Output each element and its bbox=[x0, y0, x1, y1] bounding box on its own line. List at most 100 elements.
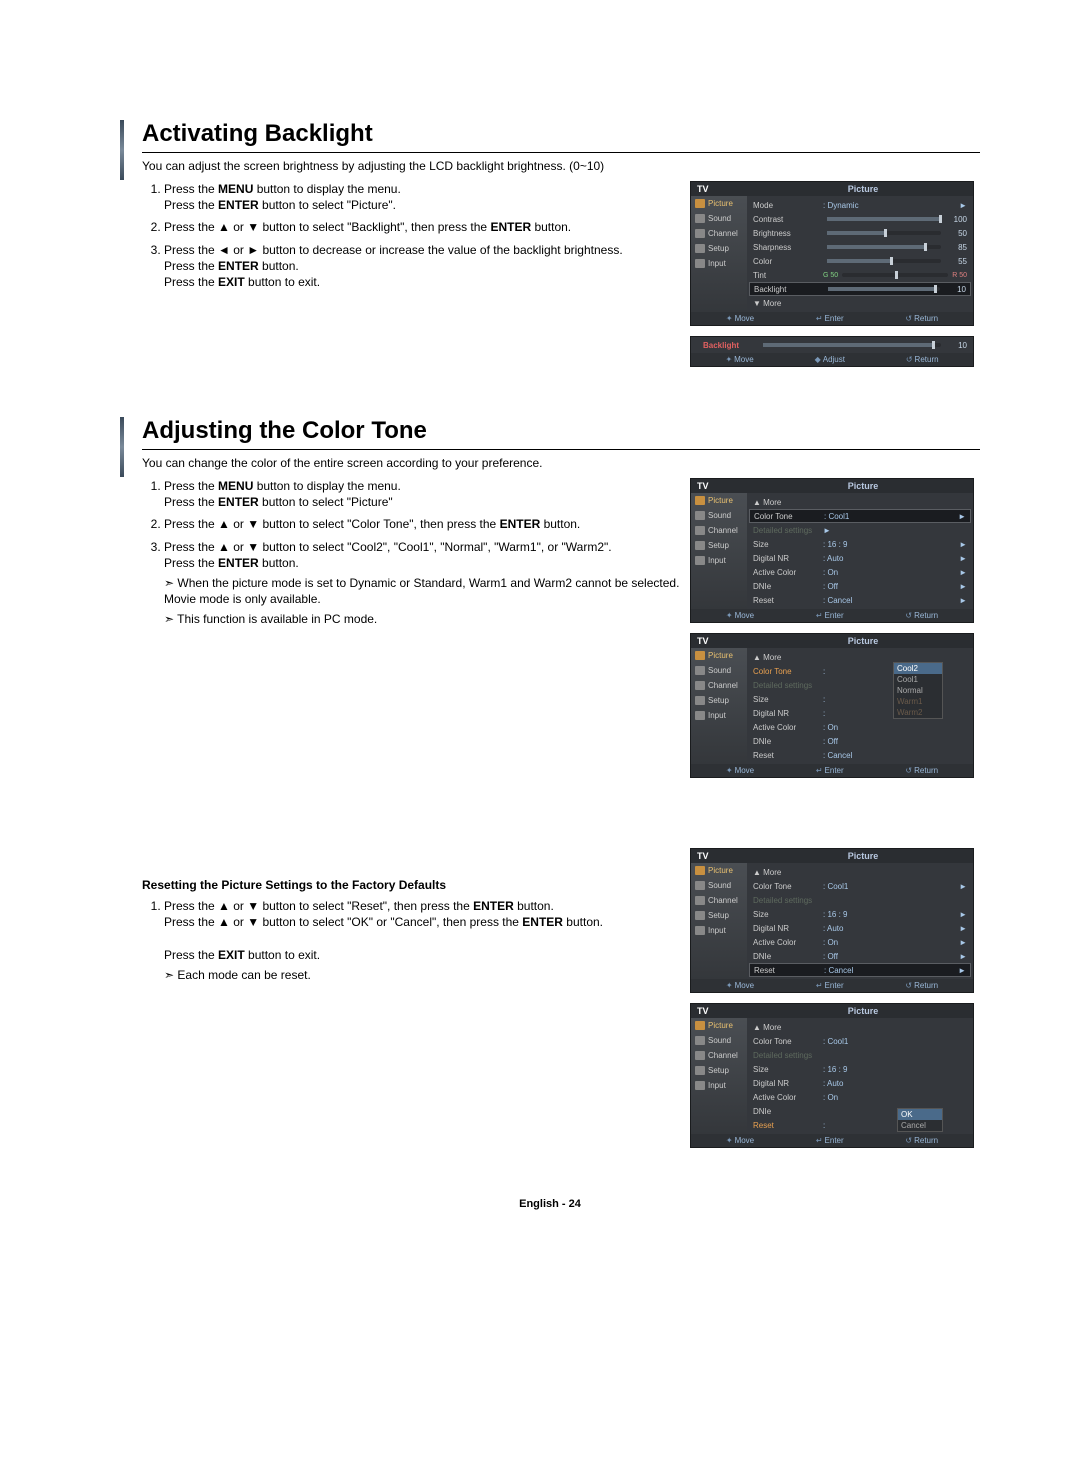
osd-body: Picture Sound Channel Setup Input ▲ More… bbox=[691, 648, 973, 764]
row-colortone[interactable]: Color Tone: Cool1► bbox=[747, 879, 973, 893]
note: When the picture mode is set to Dynamic … bbox=[164, 575, 680, 607]
hint-adjust: ◆Adjust bbox=[815, 355, 845, 364]
chevron-right-icon: ► bbox=[959, 882, 967, 891]
row-more[interactable]: ▼ More bbox=[747, 296, 973, 310]
row-activecolor[interactable]: Active Color: On bbox=[747, 720, 973, 734]
osd-header: TV Picture bbox=[691, 479, 973, 493]
row-reset[interactable]: Reset: Cancel► bbox=[747, 593, 973, 607]
side-setup[interactable]: Setup bbox=[691, 538, 747, 553]
osd-header: TV Picture bbox=[691, 1004, 973, 1018]
channel-icon bbox=[695, 1051, 705, 1060]
opt-ok[interactable]: OK bbox=[898, 1109, 942, 1120]
side-setup[interactable]: Setup bbox=[691, 1063, 747, 1078]
row-detailed: Detailed settings bbox=[747, 1048, 973, 1062]
sound-icon bbox=[695, 881, 705, 890]
side-input[interactable]: Input bbox=[691, 708, 747, 723]
side-sound[interactable]: Sound bbox=[691, 1033, 747, 1048]
osd-panel-title: Picture bbox=[753, 636, 973, 646]
side-picture[interactable]: Picture bbox=[691, 863, 747, 878]
osd-main: ▲ More Color Tone: Detailed settings Siz… bbox=[747, 648, 973, 764]
section-columns: Press the MENU button to display the men… bbox=[120, 478, 980, 788]
opt-warm1[interactable]: Warm1 bbox=[894, 696, 942, 707]
chevron-right-icon: ► bbox=[959, 952, 967, 961]
row-brightness[interactable]: Brightness50 bbox=[747, 226, 973, 240]
row-more[interactable]: ▲ More bbox=[747, 865, 973, 879]
row-dnie[interactable]: DNIe: Off► bbox=[747, 949, 973, 963]
opt-warm2[interactable]: Warm2 bbox=[894, 707, 942, 718]
row-reset[interactable]: Reset: Cancel► bbox=[749, 963, 971, 977]
side-input[interactable]: Input bbox=[691, 1078, 747, 1093]
row-tint[interactable]: TintG 50R 50 bbox=[747, 268, 973, 282]
row-activecolor[interactable]: Active Color: On► bbox=[747, 565, 973, 579]
side-channel[interactable]: Channel bbox=[691, 1048, 747, 1063]
row-backlight[interactable]: Backlight10 bbox=[749, 282, 971, 296]
return-icon: ↺ bbox=[905, 766, 912, 775]
side-picture[interactable]: Picture bbox=[691, 1018, 747, 1033]
channel-icon bbox=[695, 681, 705, 690]
row-activecolor[interactable]: Active Color: On► bbox=[747, 935, 973, 949]
side-sound[interactable]: Sound bbox=[691, 663, 747, 678]
row-mode[interactable]: Mode: Dynamic► bbox=[747, 198, 973, 212]
t: Press the ▲ or ▼ button to select "Reset… bbox=[164, 899, 473, 913]
row-more[interactable]: ▲ More bbox=[747, 1020, 973, 1034]
row-digitalnr[interactable]: Digital NR: Auto bbox=[747, 1076, 973, 1090]
side-channel[interactable]: Channel bbox=[691, 893, 747, 908]
row-size[interactable]: Size: 16 : 9► bbox=[747, 537, 973, 551]
side-sound[interactable]: Sound bbox=[691, 211, 747, 226]
hint-move: ✦Move bbox=[726, 981, 754, 990]
row-contrast[interactable]: Contrast100 bbox=[747, 212, 973, 226]
row-activecolor[interactable]: Active Color: On bbox=[747, 1090, 973, 1104]
opt-cancel[interactable]: Cancel bbox=[898, 1120, 942, 1131]
strip-row[interactable]: Backlight 10 bbox=[691, 337, 973, 353]
hint-move: ✦Move bbox=[726, 611, 754, 620]
opt-cool2[interactable]: Cool2 bbox=[894, 663, 942, 674]
section-columns: Press the MENU button to display the men… bbox=[120, 181, 980, 377]
side-channel[interactable]: Channel bbox=[691, 678, 747, 693]
reset-options[interactable]: OK Cancel bbox=[897, 1108, 943, 1132]
section-accent-bar bbox=[120, 417, 124, 477]
side-channel[interactable]: Channel bbox=[691, 226, 747, 241]
row-sharpness[interactable]: Sharpness85 bbox=[747, 240, 973, 254]
strip-label: Backlight bbox=[697, 341, 759, 350]
picture-icon bbox=[695, 496, 705, 505]
hint-enter: ↵Enter bbox=[816, 611, 844, 620]
row-digitalnr[interactable]: Digital NR: Auto► bbox=[747, 551, 973, 565]
colortone-options[interactable]: Cool2 Cool1 Normal Warm1 Warm2 bbox=[893, 662, 943, 719]
osd-col: TV Picture Picture Sound Channel Setup I… bbox=[690, 478, 980, 788]
setup-icon bbox=[695, 696, 705, 705]
chevron-right-icon: ► bbox=[959, 568, 967, 577]
row-size[interactable]: Size: 16 : 9 bbox=[747, 1062, 973, 1076]
section-intro: You can change the color of the entire s… bbox=[142, 456, 980, 470]
side-picture[interactable]: Picture bbox=[691, 196, 747, 211]
row-dnie[interactable]: DNIe: Off bbox=[747, 734, 973, 748]
row-colortone[interactable]: Color Tone: Cool1 bbox=[747, 1034, 973, 1048]
side-input[interactable]: Input bbox=[691, 256, 747, 271]
row-digitalnr[interactable]: Digital NR: Auto► bbox=[747, 921, 973, 935]
side-setup[interactable]: Setup bbox=[691, 693, 747, 708]
kw: ENTER bbox=[218, 259, 259, 273]
row-dnie[interactable]: DNIe: Off► bbox=[747, 579, 973, 593]
row-more[interactable]: ▲ More bbox=[747, 495, 973, 509]
page-footer: English - 24 bbox=[120, 1198, 980, 1210]
row-size[interactable]: Size: 16 : 9► bbox=[747, 907, 973, 921]
osd-sidebar: Picture Sound Channel Setup Input bbox=[691, 863, 747, 979]
side-picture[interactable]: Picture bbox=[691, 493, 747, 508]
side-channel[interactable]: Channel bbox=[691, 523, 747, 538]
row-color[interactable]: Color55 bbox=[747, 254, 973, 268]
side-sound[interactable]: Sound bbox=[691, 878, 747, 893]
side-setup[interactable]: Setup bbox=[691, 241, 747, 256]
side-sound[interactable]: Sound bbox=[691, 508, 747, 523]
return-icon: ↺ bbox=[905, 314, 912, 323]
osd-main: ▲ More Color Tone: Cool1 Detailed settin… bbox=[747, 1018, 973, 1134]
side-setup[interactable]: Setup bbox=[691, 908, 747, 923]
row-colortone[interactable]: Color Tone: Cool1► bbox=[749, 509, 971, 523]
channel-icon bbox=[695, 229, 705, 238]
side-input[interactable]: Input bbox=[691, 923, 747, 938]
opt-normal[interactable]: Normal bbox=[894, 685, 942, 696]
kw: EXIT bbox=[218, 275, 245, 289]
side-picture[interactable]: Picture bbox=[691, 648, 747, 663]
step-1: Press the ▲ or ▼ button to select "Reset… bbox=[164, 898, 680, 983]
row-reset[interactable]: Reset: Cancel bbox=[747, 748, 973, 762]
side-input[interactable]: Input bbox=[691, 553, 747, 568]
opt-cool1[interactable]: Cool1 bbox=[894, 674, 942, 685]
